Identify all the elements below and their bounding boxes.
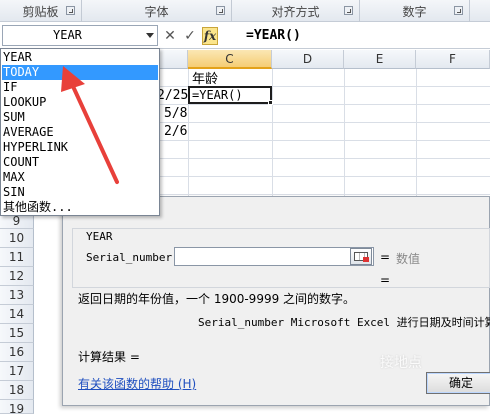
active-cell-c3[interactable]: =YEAR() bbox=[188, 86, 272, 104]
argument-description: Serial_number Microsoft Excel 进行日期及时间计算的 bbox=[198, 316, 490, 329]
insert-function-icon[interactable]: fx bbox=[202, 26, 218, 45]
arrow-icon bbox=[363, 257, 369, 262]
fill-handle[interactable] bbox=[268, 100, 273, 105]
watermark: 接地点 bbox=[380, 355, 422, 371]
column-header-d[interactable]: D bbox=[272, 50, 344, 69]
cell-b4[interactable]: 5/8 bbox=[164, 106, 187, 121]
autocomplete-item-more-functions[interactable]: 其他函数... bbox=[2, 200, 158, 215]
row-header-11[interactable]: 11 bbox=[0, 248, 34, 267]
ribbon-group-clipboard[interactable]: 剪贴板 bbox=[0, 0, 82, 22]
cell-b5[interactable]: 2/6 bbox=[164, 124, 187, 139]
cell-b3[interactable]: 2/25 bbox=[157, 88, 188, 103]
row-header-14[interactable]: 14 bbox=[0, 305, 34, 324]
dialog-launcher-icon[interactable] bbox=[454, 6, 463, 15]
ribbon-group-label: 对齐方式 bbox=[271, 4, 320, 19]
cell-c2[interactable]: 年龄 bbox=[192, 68, 218, 87]
autocomplete-item-sin[interactable]: SIN bbox=[2, 185, 158, 200]
row-header-12[interactable]: 12 bbox=[0, 267, 34, 286]
grid-line bbox=[416, 69, 417, 199]
autocomplete-item-year[interactable]: YEAR bbox=[2, 50, 158, 65]
ok-button[interactable]: 确定 bbox=[426, 372, 490, 394]
arg-label: Serial_number bbox=[86, 251, 173, 264]
column-header-e[interactable]: E bbox=[344, 50, 416, 69]
dialog-launcher-icon[interactable] bbox=[344, 6, 353, 15]
formula-input[interactable]: =YEAR() bbox=[246, 25, 301, 46]
help-link[interactable]: 有关该函数的帮助 (H) bbox=[78, 375, 196, 392]
chevron-down-icon[interactable] bbox=[146, 33, 154, 38]
ribbon-group-label: 字体 bbox=[144, 4, 169, 19]
name-box[interactable]: YEAR bbox=[2, 25, 158, 46]
calc-result-label: 计算结果 = bbox=[78, 350, 140, 364]
result-equals: = bbox=[380, 273, 391, 287]
row-header-13[interactable]: 13 bbox=[0, 286, 34, 305]
row-header-16[interactable]: 16 bbox=[0, 343, 34, 362]
formula-buttons: ✕ ✓ fx bbox=[162, 25, 218, 46]
row-header-10[interactable]: 10 bbox=[0, 229, 34, 248]
enter-icon[interactable]: ✓ bbox=[182, 27, 198, 45]
serial-number-input[interactable] bbox=[174, 247, 374, 266]
ribbon-group-number[interactable]: 数字 bbox=[360, 0, 470, 22]
arg-result: 数值 bbox=[396, 252, 421, 266]
ribbon-group-alignment[interactable]: 对齐方式 bbox=[232, 0, 360, 22]
ribbon-group-label: 数字 bbox=[402, 4, 427, 19]
dialog-launcher-icon[interactable] bbox=[216, 6, 225, 15]
row-header-17[interactable]: 17 bbox=[0, 362, 34, 381]
row-header-18[interactable]: 18 bbox=[0, 381, 34, 400]
grid-line bbox=[272, 69, 273, 199]
ribbon-group-label: 剪贴板 bbox=[22, 4, 59, 19]
row-header-9[interactable]: 9 bbox=[0, 214, 34, 229]
ribbon-group-bar: 剪贴板 字体 对齐方式 数字 bbox=[0, 0, 490, 22]
arg-equals: = bbox=[380, 250, 391, 264]
cancel-icon[interactable]: ✕ bbox=[162, 27, 178, 45]
column-header-c[interactable]: C bbox=[188, 50, 272, 69]
column-header-f[interactable]: F bbox=[416, 50, 490, 69]
row-header-15[interactable]: 15 bbox=[0, 324, 34, 343]
group-title: YEAR bbox=[84, 230, 115, 243]
annotation-arrow-icon bbox=[61, 66, 119, 184]
function-description: 返回日期的年份值，一个 1900-9999 之间的数字。 bbox=[78, 292, 356, 306]
row-header-19[interactable]: 19 bbox=[0, 400, 34, 414]
dialog-launcher-icon[interactable] bbox=[66, 6, 75, 15]
collapse-dialog-button[interactable] bbox=[350, 248, 372, 265]
grid-line bbox=[344, 69, 345, 199]
ribbon-group-font[interactable]: 字体 bbox=[82, 0, 232, 22]
arrow-shaft bbox=[69, 80, 119, 184]
